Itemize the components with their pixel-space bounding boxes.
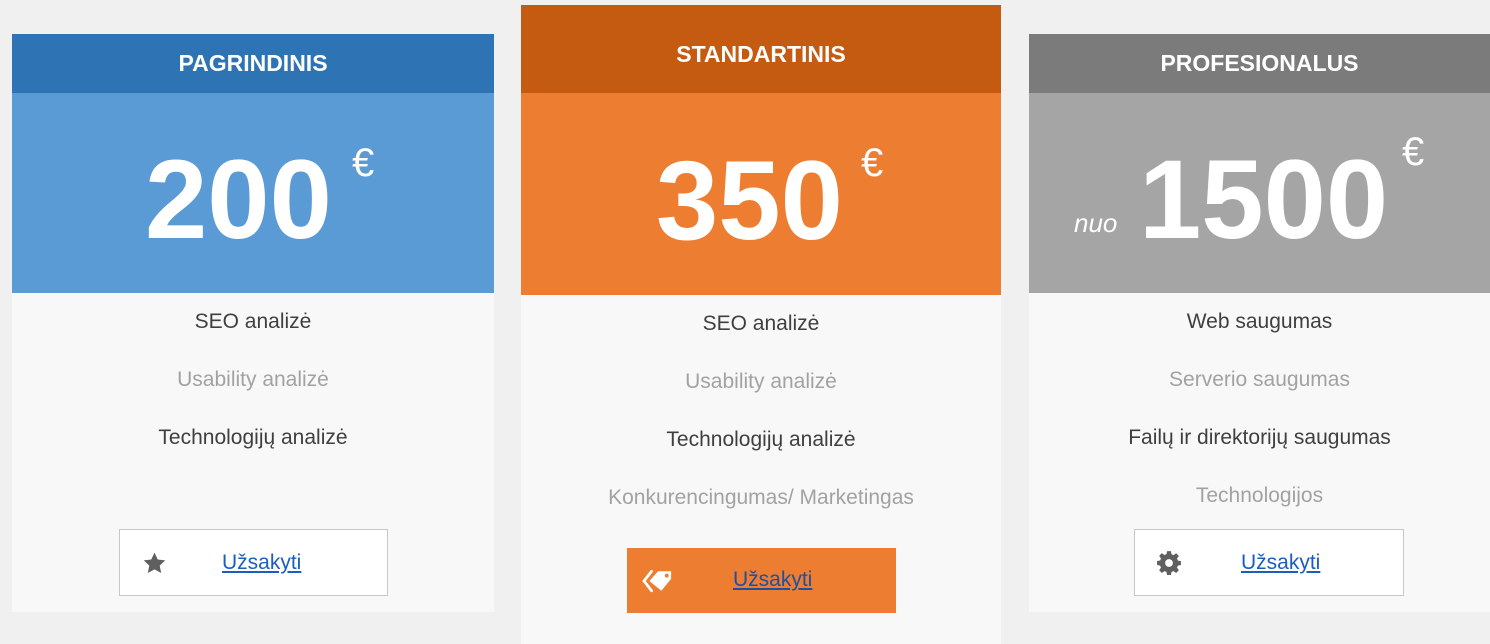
price-block: 200 € [12, 93, 494, 293]
feature-item: SEO analizė [702, 312, 820, 335]
feature-item: Usability analizė [177, 368, 329, 391]
order-button-label: Užsakyti [733, 568, 813, 591]
feature-list: SEO analizė Usability analizė Technologi… [12, 293, 494, 467]
star-icon [143, 552, 166, 573]
feature-item: Konkurencingumas/ Marketingas [608, 486, 914, 509]
price-amount: 1500 [1139, 137, 1389, 262]
feature-item: Serverio saugumas [1169, 368, 1350, 391]
feature-item: Web saugumas [1186, 310, 1333, 333]
plan-title: PAGRINDINIS [12, 34, 494, 93]
currency-symbol: € [352, 141, 375, 185]
plan-title: PROFESIONALUS [1029, 34, 1490, 93]
order-button[interactable]: Užsakyti [119, 529, 388, 596]
price-block: 350 € [521, 93, 1001, 295]
order-button[interactable]: Užsakyti [627, 548, 896, 613]
order-button-label: Užsakyti [1241, 551, 1321, 574]
order-button-label: Užsakyti [222, 551, 302, 574]
feature-item: SEO analizė [194, 310, 312, 333]
feature-list: SEO analizė Usability analizė Technologi… [521, 295, 1001, 527]
tag-icon [642, 569, 672, 593]
feature-item: Technologijų analizė [666, 428, 856, 451]
gear-icon [1157, 551, 1181, 576]
order-button[interactable]: Užsakyti [1134, 529, 1404, 596]
feature-item: Technologijų analizė [158, 426, 348, 449]
feature-item: Technologijos [1195, 484, 1324, 507]
pricing-card-professional: PROFESIONALUS nuo 1500 € Web saugumas Se… [1029, 34, 1490, 612]
price-amount: 350 [656, 138, 843, 263]
feature-item: Usability analizė [685, 370, 837, 393]
feature-list: Web saugumas Serverio saugumas Failų ir … [1029, 293, 1490, 525]
pricing-card-basic: PAGRINDINIS 200 € SEO analizė Usability … [12, 34, 494, 612]
currency-symbol: € [861, 141, 884, 185]
price-amount: 200 [145, 137, 332, 262]
pricing-card-standard: STANDARTINIS 350 € SEO analizė Usability… [521, 5, 1001, 644]
plan-title: STANDARTINIS [521, 5, 1001, 93]
currency-symbol: € [1402, 130, 1425, 174]
feature-item: Failų ir direktorijų saugumas [1128, 426, 1391, 449]
price-prefix: nuo [1074, 208, 1118, 238]
price-block: nuo 1500 € [1029, 93, 1490, 293]
